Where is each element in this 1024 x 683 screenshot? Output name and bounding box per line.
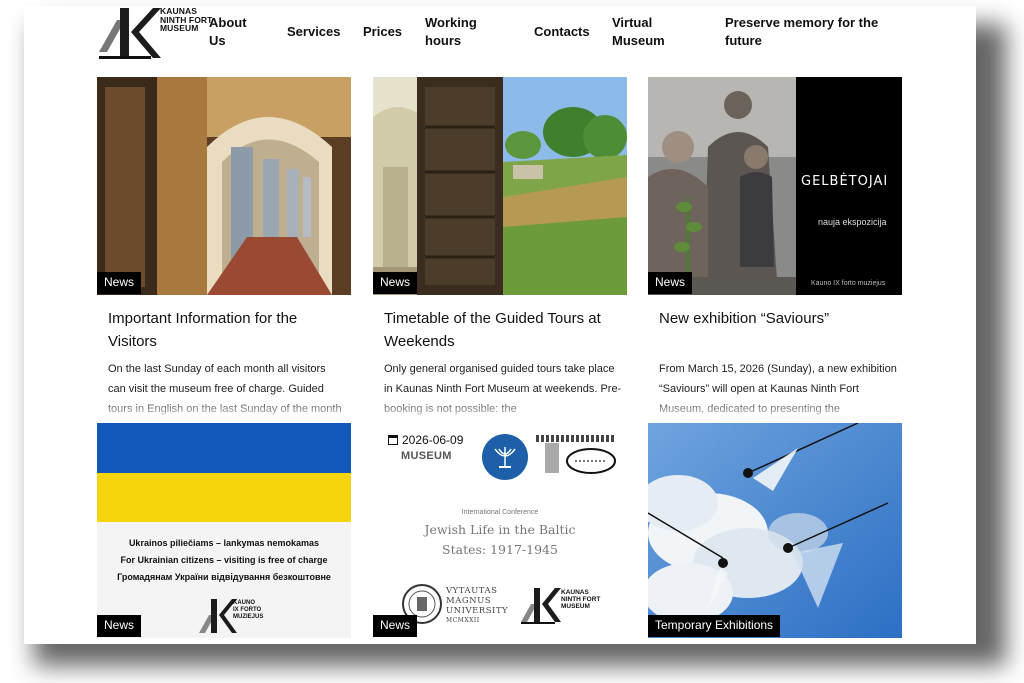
news-card-ukraine-free-visit[interactable]: Ukrainos piliečiams – lankymas nemokamas… [97,423,351,638]
ukraine-flag-yellow [97,473,351,522]
menorah-logo-icon [482,434,528,480]
calendar-icon [388,435,398,445]
news-badge[interactable]: News [373,272,418,294]
nav-about-us[interactable]: About Us [209,14,247,50]
ukraine-flag-blue [97,423,351,473]
logo-wordmark: KAUNAS NINTH FORT MUSEUM [160,6,213,34]
nav-contacts[interactable]: Contacts [534,23,590,41]
university-wordmark: VYTAUTAS MAGNUS UNIVERSITY MCMXXII [446,586,509,624]
poster-logo-wordmark: KAUNO IX FORTO MUZIEJUS [233,600,264,620]
poster-credit: Kauno IX forto muziejus [811,280,886,287]
news-card-jewish-life-conference[interactable]: 2026-06-09 MUSEUM International Conferen… [373,423,627,638]
nav-services[interactable]: Services [287,23,341,41]
conference-title: Jewish Life in the Baltic States: 1917-1… [424,522,576,557]
poster-title: GELBĖTOJAI [801,174,889,189]
temporary-exhibitions-badge[interactable]: Temporary Exhibitions [648,615,781,637]
foundation-logo-text [536,435,616,442]
nav-working-hours[interactable]: Working hours [425,14,477,50]
ix-logo-icon [521,588,561,624]
news-card-guided-tours[interactable]: News Timetable of the Guided Tours at We… [373,77,627,423]
news-badge[interactable]: News [373,615,418,637]
conference-label: International Conference [461,509,539,516]
news-badge[interactable]: News [97,272,142,294]
news-card-visitors-info[interactable]: News Important Information for the Visit… [97,77,351,423]
partner-logo-wordmark: KAUNAS NINTH FORT MUSEUM [561,589,601,610]
news-badge[interactable]: News [97,615,142,637]
card-title[interactable]: Important Information for the Visitors [108,307,344,353]
ukraine-notice-text: Ukrainos piliečiams – lankymas nemokamas… [117,538,331,582]
nav-virtual-museum[interactable]: Virtual Museum [612,14,665,50]
exhibition-card-sky-installation[interactable]: Temporary Exhibitions [648,423,902,638]
news-card-saviours-exhibition[interactable]: GELBĖTOJAI nauja ekspozicija Kauno IX fo… [648,77,902,423]
fort-door-and-field-image [373,77,627,295]
browser-page: KAUNAS NINTH FORT MUSEUM About Us Servic… [24,6,976,644]
news-badge[interactable]: News [648,272,693,294]
nav-preserve-memory[interactable]: Preserve memory for the future [725,14,878,50]
card-title[interactable]: Timetable of the Guided Tours at Weekend… [384,307,620,353]
event-date: 2026-06-09 [388,433,463,447]
nav-prices[interactable]: Prices [363,23,402,41]
sugihara-logo-icon [545,443,616,474]
museum-partner-logo: MUSEUM [401,450,452,462]
excerpt-fade [648,397,902,423]
sky-installation-image [648,423,902,638]
excerpt-fade [97,397,351,423]
excerpt-fade [373,397,627,423]
poster-subtitle: nauja ekspozicija [818,217,887,227]
card-title[interactable]: New exhibition “Saviours” [659,307,895,330]
fort-corridor-image [97,77,351,295]
